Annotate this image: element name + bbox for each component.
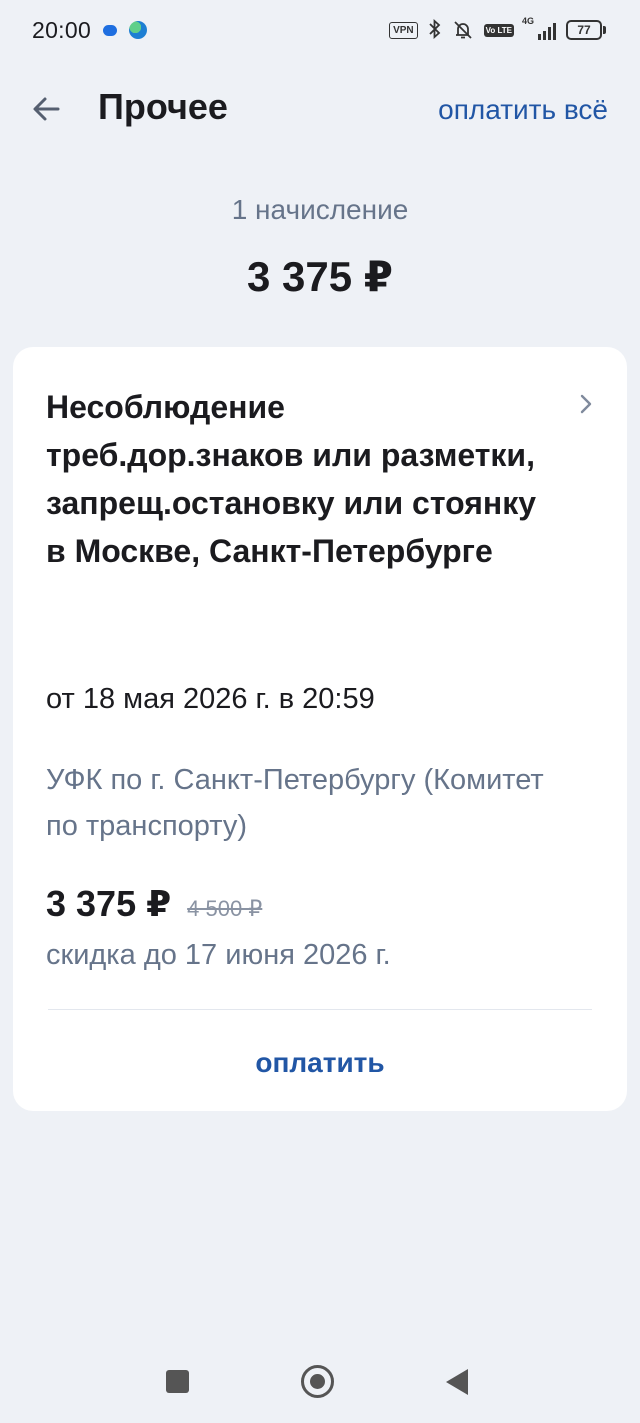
pay-button[interactable]: оплатить	[13, 1047, 627, 1079]
recents-icon[interactable]	[166, 1370, 189, 1393]
message-icon	[103, 24, 118, 36]
home-icon[interactable]	[301, 1365, 334, 1398]
status-time: 20:00	[32, 16, 92, 43]
charges-count: 1 начисление	[231, 194, 409, 225]
system-nav-bar	[0, 1350, 640, 1414]
discount-note: скидка до 17 июня 2026 г.	[46, 939, 391, 971]
globe-icon	[129, 21, 148, 39]
divider	[48, 1009, 592, 1010]
arrow-left-icon[interactable]	[30, 92, 64, 126]
screen: 20:00 VPN Vo LTE 4G 77 Прочее оплатить в…	[0, 0, 640, 1423]
status-left: 20:00	[32, 16, 148, 44]
volte-icon: Vo LTE	[483, 23, 514, 37]
pay-all-button[interactable]: оплатить всё	[438, 94, 608, 126]
battery-level: 77	[566, 20, 602, 40]
charge-old-price: 4 500 ₽	[187, 896, 263, 921]
vpn-icon: VPN	[389, 21, 418, 39]
charge-recipient: УФК по г. Санкт-Петербургу (Комитет по т…	[46, 764, 544, 842]
charge-date: от 18 мая 2026 г. в 20:59	[46, 683, 375, 715]
status-bar: 20:00 VPN Vo LTE 4G 77	[0, 0, 640, 60]
charge-title[interactable]: Несоблюдение треб.дор.знаков или разметк…	[46, 383, 546, 575]
signal-icon: 4G	[522, 16, 556, 40]
chevron-right-icon[interactable]	[575, 393, 597, 415]
back-triangle-icon[interactable]	[446, 1369, 468, 1395]
app-header: Прочее оплатить всё	[0, 72, 640, 144]
charge-price: 3 375 ₽	[46, 883, 172, 924]
page-title: Прочее	[98, 86, 228, 127]
mute-icon	[452, 19, 474, 41]
battery-icon: 77	[566, 20, 606, 40]
charges-total: 3 375 ₽	[247, 253, 393, 300]
bluetooth-icon	[428, 18, 442, 42]
charge-price-row: 3 375 ₽ 4 500 ₽	[46, 883, 262, 925]
status-right: VPN Vo LTE 4G 77	[389, 16, 606, 42]
network-type-label: 4G	[522, 16, 535, 26]
charge-card[interactable]: Несоблюдение треб.дор.знаков или разметк…	[13, 347, 627, 1111]
